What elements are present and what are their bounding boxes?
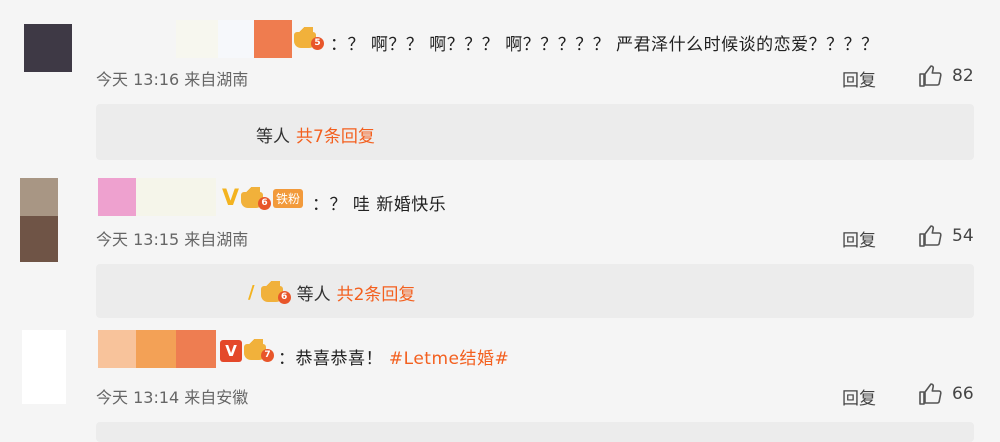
comment-text: ：恭喜恭喜！ #Letme结婚#: [278, 344, 509, 369]
like-count: 54: [952, 226, 974, 246]
reply-count-link[interactable]: 共2条回复: [337, 280, 416, 305]
reply-summary[interactable]: [96, 422, 974, 442]
comment-item: V 6 铁粉 ：？ 哇 新婚快乐 今天 13:15 来自湖南 回复 54 / 6…: [0, 170, 1000, 318]
reply-summary[interactable]: / 6 等人 共2条回复: [96, 264, 974, 318]
username-blurred[interactable]: [98, 178, 136, 216]
like-button[interactable]: 66: [918, 382, 974, 406]
username-blurred[interactable]: [98, 330, 136, 368]
like-count: 82: [952, 66, 974, 86]
username-blurred[interactable]: [176, 20, 218, 58]
like-button[interactable]: 54: [918, 224, 974, 248]
comment-text: ：？ 啊？？ 啊？？？ 啊？？？？？ 严君泽什么时候谈的恋爱？？？？: [330, 35, 879, 55]
comment-meta: 今天 13:15 来自湖南: [96, 230, 249, 249]
like-button[interactable]: 82: [918, 64, 974, 88]
reply-users: 等人: [296, 285, 331, 305]
verified-icon[interactable]: V: [222, 186, 239, 211]
comment-meta: 今天 13:16 来自湖南: [96, 70, 249, 89]
crown-icon: 6: [260, 280, 291, 304]
reply-button[interactable]: 回复: [842, 66, 876, 91]
comment-meta: 今天 13:14 来自安徽: [96, 388, 249, 407]
reply-count-link[interactable]: 共7条回复: [296, 122, 375, 147]
reply-summary[interactable]: 等人 共7条回复: [96, 104, 974, 160]
vip-icon[interactable]: V: [220, 340, 242, 362]
comment-item: 5 ：？ 啊？？ 啊？？？ 啊？？？？？ 严君泽什么时候谈的恋爱？？？？ 今天 …: [0, 0, 1000, 160]
like-count: 66: [952, 384, 974, 404]
user-badges: 5: [294, 27, 324, 50]
verified-icon: /: [248, 282, 255, 303]
thumbs-up-icon: [919, 65, 942, 87]
comment-item: V 7 ：恭喜恭喜！ #Letme结婚# 今天 13:14 来自安徽 回复 66: [0, 330, 1000, 442]
avatar[interactable]: [20, 178, 58, 262]
username-blurred[interactable]: [218, 20, 254, 58]
avatar[interactable]: [24, 24, 72, 72]
user-badges: V 7: [220, 339, 274, 362]
fan-badge[interactable]: 铁粉: [273, 189, 304, 208]
reply-users: 等人: [256, 127, 290, 147]
username-blurred[interactable]: [136, 330, 176, 368]
username-blurred[interactable]: [176, 330, 216, 368]
comment-text: ：？ 哇 新婚快乐: [312, 195, 447, 215]
crown-icon[interactable]: 7: [244, 339, 274, 362]
reply-button[interactable]: 回复: [842, 226, 876, 251]
comment-text-body: ：恭喜恭喜！: [278, 349, 383, 369]
crown-icon[interactable]: 6: [241, 186, 272, 210]
reply-button[interactable]: 回复: [842, 384, 876, 409]
thumbs-up-icon: [919, 383, 942, 405]
topic-link[interactable]: #Letme结婚#: [389, 349, 509, 369]
user-badges: V 6 铁粉: [222, 186, 304, 211]
crown-icon[interactable]: 5: [294, 27, 324, 50]
username-blurred[interactable]: [136, 178, 216, 216]
username-blurred[interactable]: [254, 20, 292, 58]
thumbs-up-icon: [919, 225, 942, 247]
avatar[interactable]: [22, 330, 66, 404]
